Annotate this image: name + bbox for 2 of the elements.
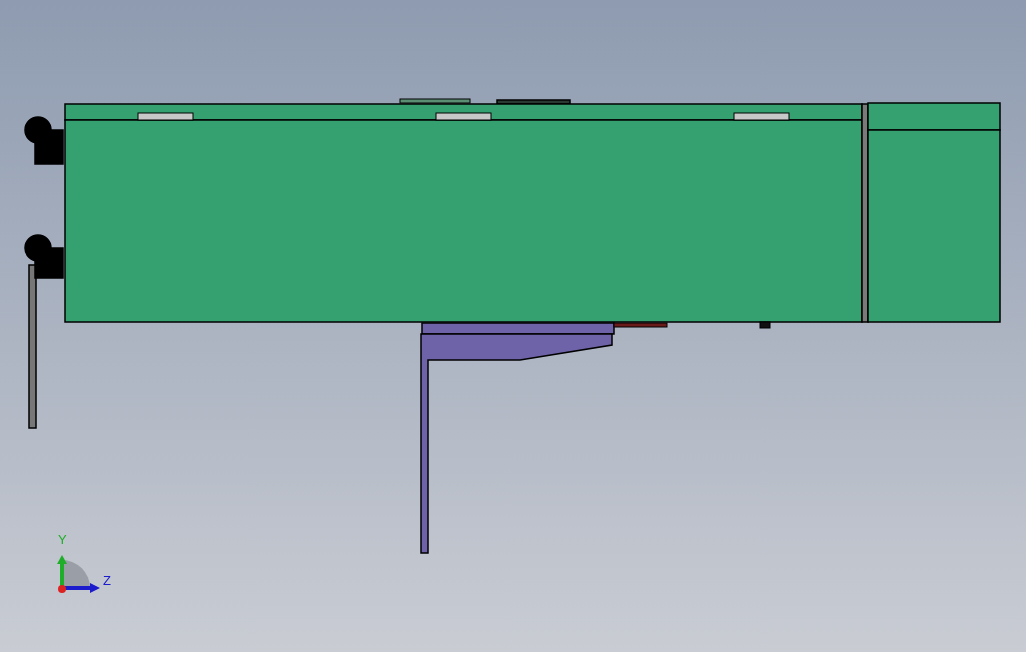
axis-label: Y xyxy=(58,533,67,546)
axis-label: Z xyxy=(103,574,111,587)
